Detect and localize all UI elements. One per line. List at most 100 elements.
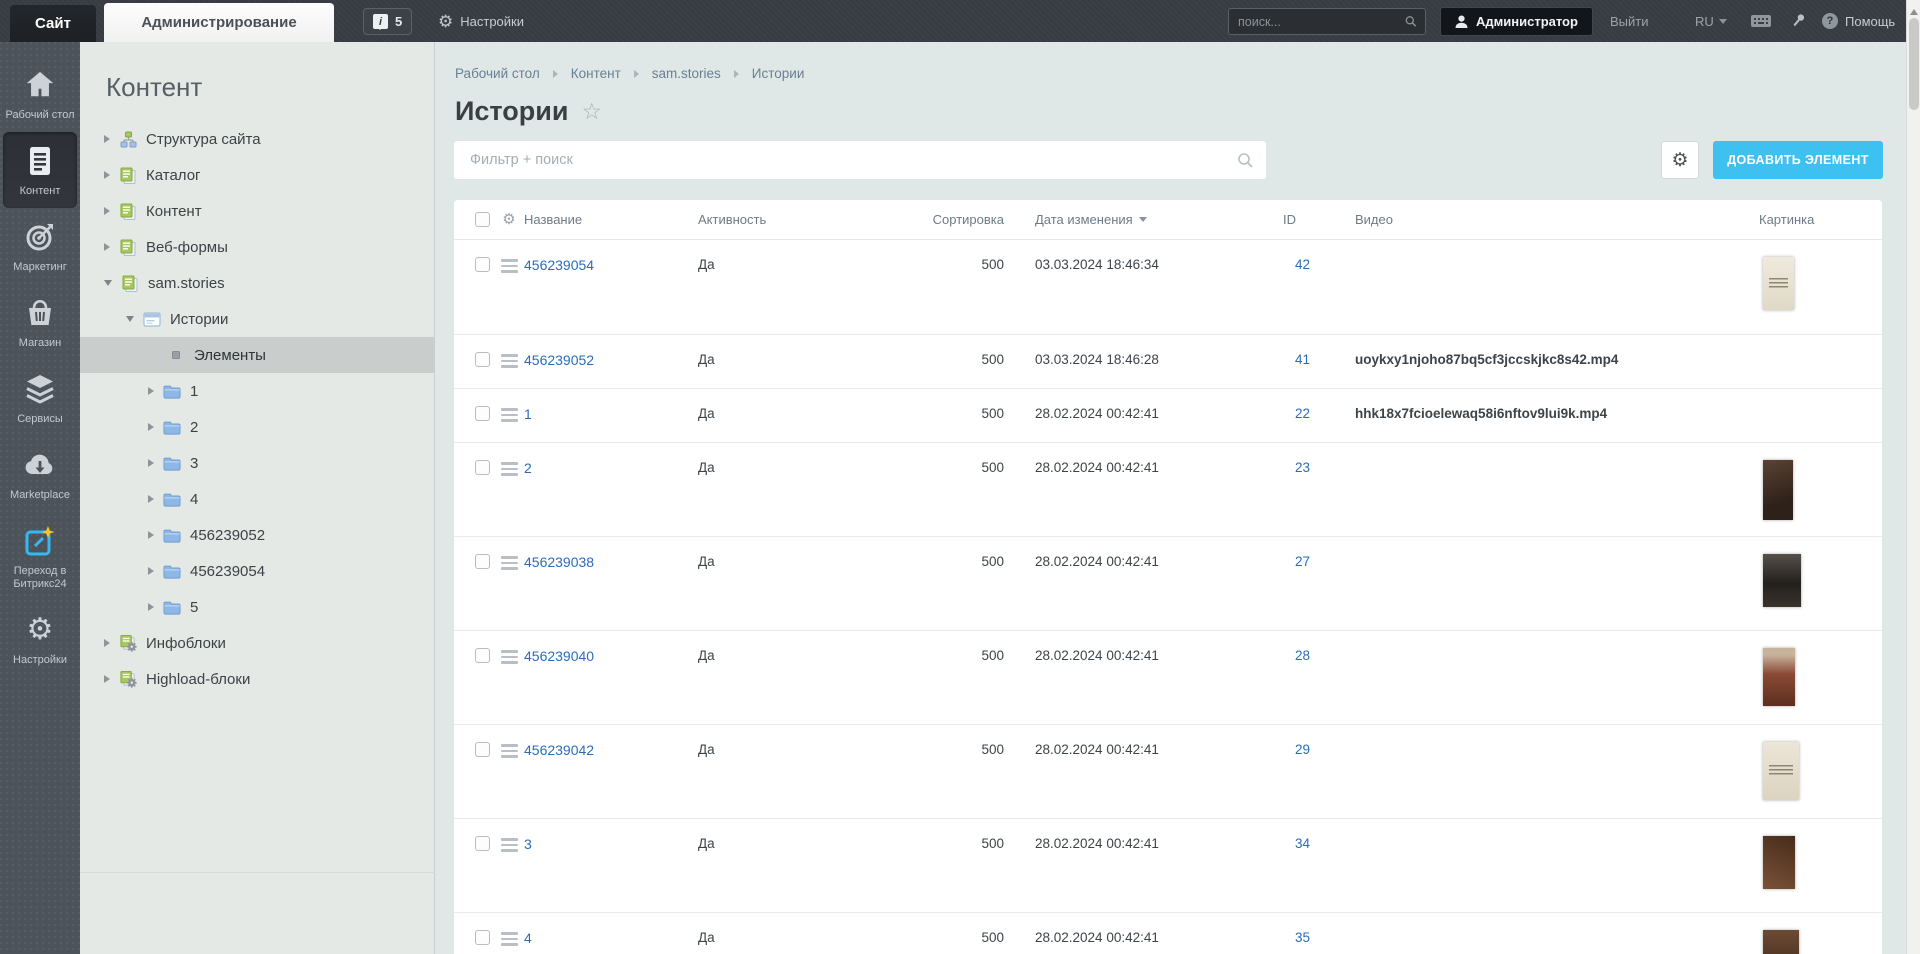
tree-item-sam-stories[interactable]: sam.stories xyxy=(80,265,434,301)
tree-item-2[interactable]: 2 xyxy=(80,409,434,445)
row-thumbnail[interactable] xyxy=(1763,836,1795,889)
row-name-link[interactable]: 456239038 xyxy=(524,554,594,570)
row-name-link[interactable]: 4 xyxy=(524,930,532,946)
row-id-link[interactable]: 41 xyxy=(1295,352,1310,367)
expander-icon[interactable] xyxy=(148,567,154,575)
breadcrumb-desktop[interactable]: Рабочий стол xyxy=(455,66,540,81)
tree-item-4[interactable]: 4 xyxy=(80,481,434,517)
row-id-link[interactable]: 29 xyxy=(1295,742,1310,757)
rail-item-services[interactable]: Сервисы xyxy=(0,360,80,436)
expander-icon[interactable] xyxy=(148,387,154,395)
favorite-star-icon[interactable]: ☆ xyxy=(581,98,602,125)
row-menu-icon[interactable] xyxy=(500,259,518,334)
row-name-link[interactable]: 1 xyxy=(524,406,532,422)
column-header-video[interactable]: Видео xyxy=(1349,212,1749,227)
tree-item-highload-блоки[interactable]: Highload-блоки xyxy=(80,661,434,697)
notifications-button[interactable]: i 5 xyxy=(363,8,413,35)
expander-icon[interactable] xyxy=(104,135,110,143)
expander-icon[interactable] xyxy=(104,207,110,215)
row-checkbox[interactable] xyxy=(475,836,490,851)
expander-icon[interactable] xyxy=(148,459,154,467)
expander-icon[interactable] xyxy=(148,495,154,503)
expander-icon[interactable] xyxy=(148,423,154,431)
help-button[interactable]: ? Помощь xyxy=(1822,0,1895,42)
rail-item-marketplace[interactable]: Marketplace xyxy=(0,436,80,512)
row-name-link[interactable]: 3 xyxy=(524,836,532,852)
column-header-sort[interactable]: Сортировка xyxy=(848,212,1014,227)
row-id-link[interactable]: 23 xyxy=(1295,460,1310,475)
tree-item-456239052[interactable]: 456239052 xyxy=(80,517,434,553)
row-thumbnail[interactable] xyxy=(1763,648,1795,706)
tree-item-веб-формы[interactable]: Веб-формы xyxy=(80,229,434,265)
row-checkbox[interactable] xyxy=(475,648,490,663)
expander-icon[interactable] xyxy=(104,639,110,647)
row-checkbox[interactable] xyxy=(475,742,490,757)
filter-search-input[interactable] xyxy=(454,152,1237,168)
hotkeys-button[interactable] xyxy=(1748,9,1774,33)
topbar-settings-button[interactable]: ⚙ Настройки xyxy=(438,0,524,42)
expander-icon[interactable] xyxy=(126,316,134,322)
column-header-id[interactable]: ID xyxy=(1283,212,1349,227)
row-checkbox[interactable] xyxy=(475,930,490,945)
row-menu-icon[interactable] xyxy=(500,354,518,388)
expander-icon[interactable] xyxy=(104,243,110,251)
row-name-link[interactable]: 456239042 xyxy=(524,742,594,758)
column-header-active[interactable]: Активность xyxy=(698,212,848,227)
row-name-link[interactable]: 456239040 xyxy=(524,648,594,664)
row-id-link[interactable]: 42 xyxy=(1295,257,1310,272)
language-switcher[interactable]: RU xyxy=(1695,0,1727,42)
tree-item-1[interactable]: 1 xyxy=(80,373,434,409)
grid-settings-button[interactable]: ⚙ xyxy=(1661,141,1699,179)
tree-item-3[interactable]: 3 xyxy=(80,445,434,481)
expander-icon[interactable] xyxy=(104,280,112,286)
scrollbar-thumb[interactable] xyxy=(1909,18,1919,110)
row-menu-icon[interactable] xyxy=(500,838,518,912)
row-id-link[interactable]: 27 xyxy=(1295,554,1310,569)
rail-item-marketing[interactable]: Маркетинг xyxy=(0,208,80,284)
rail-item-desktop[interactable]: Рабочий стол xyxy=(0,56,80,132)
tab-site[interactable]: Сайт xyxy=(10,5,96,42)
rail-item-settings[interactable]: ⚙ Настройки xyxy=(0,601,80,677)
tree-item-каталог[interactable]: Каталог xyxy=(80,157,434,193)
scroll-up-icon[interactable] xyxy=(1910,5,1918,15)
row-id-link[interactable]: 35 xyxy=(1295,930,1310,945)
row-menu-icon[interactable] xyxy=(500,462,518,536)
row-id-link[interactable]: 34 xyxy=(1295,836,1310,851)
row-name-link[interactable]: 2 xyxy=(524,460,532,476)
row-menu-icon[interactable] xyxy=(500,932,518,954)
breadcrumb-content[interactable]: Контент xyxy=(571,66,621,81)
table-settings-gear-icon[interactable]: ⚙ xyxy=(502,212,515,227)
expander-icon[interactable] xyxy=(148,603,154,611)
add-element-button[interactable]: ДОБАВИТЬ ЭЛЕМЕНТ xyxy=(1713,141,1883,179)
expander-icon[interactable] xyxy=(104,171,110,179)
row-menu-icon[interactable] xyxy=(500,408,518,442)
column-header-modified[interactable]: Дата изменения xyxy=(1014,212,1283,227)
row-checkbox[interactable] xyxy=(475,460,490,475)
expander-icon[interactable] xyxy=(148,531,154,539)
breadcrumb-stories[interactable]: Истории xyxy=(752,66,805,81)
column-header-name[interactable]: Название xyxy=(524,212,698,227)
row-thumbnail[interactable] xyxy=(1763,742,1799,800)
row-checkbox[interactable] xyxy=(475,406,490,421)
row-checkbox[interactable] xyxy=(475,352,490,367)
tree-item-элементы[interactable]: Элементы xyxy=(80,337,434,373)
row-thumbnail[interactable] xyxy=(1763,257,1794,310)
tree-item-5[interactable]: 5 xyxy=(80,589,434,625)
rail-item-shop[interactable]: Магазин xyxy=(0,284,80,360)
row-menu-icon[interactable] xyxy=(500,556,518,630)
row-id-link[interactable]: 22 xyxy=(1295,406,1310,421)
row-checkbox[interactable] xyxy=(475,554,490,569)
breadcrumb-samstories[interactable]: sam.stories xyxy=(652,66,721,81)
row-name-link[interactable]: 456239054 xyxy=(524,257,594,273)
row-name-link[interactable]: 456239052 xyxy=(524,352,594,368)
row-menu-icon[interactable] xyxy=(500,650,518,724)
user-button[interactable]: Администратор xyxy=(1440,7,1593,36)
column-header-picture[interactable]: Картинка xyxy=(1749,212,1882,227)
rail-item-content[interactable]: Контент xyxy=(3,132,77,208)
row-thumbnail[interactable] xyxy=(1763,554,1801,607)
row-thumbnail[interactable] xyxy=(1763,460,1793,520)
logout-link[interactable]: Выйти xyxy=(1610,0,1649,42)
row-menu-icon[interactable] xyxy=(500,744,518,818)
tree-item-456239054[interactable]: 456239054 xyxy=(80,553,434,589)
tree-item-истории[interactable]: Истории xyxy=(80,301,434,337)
